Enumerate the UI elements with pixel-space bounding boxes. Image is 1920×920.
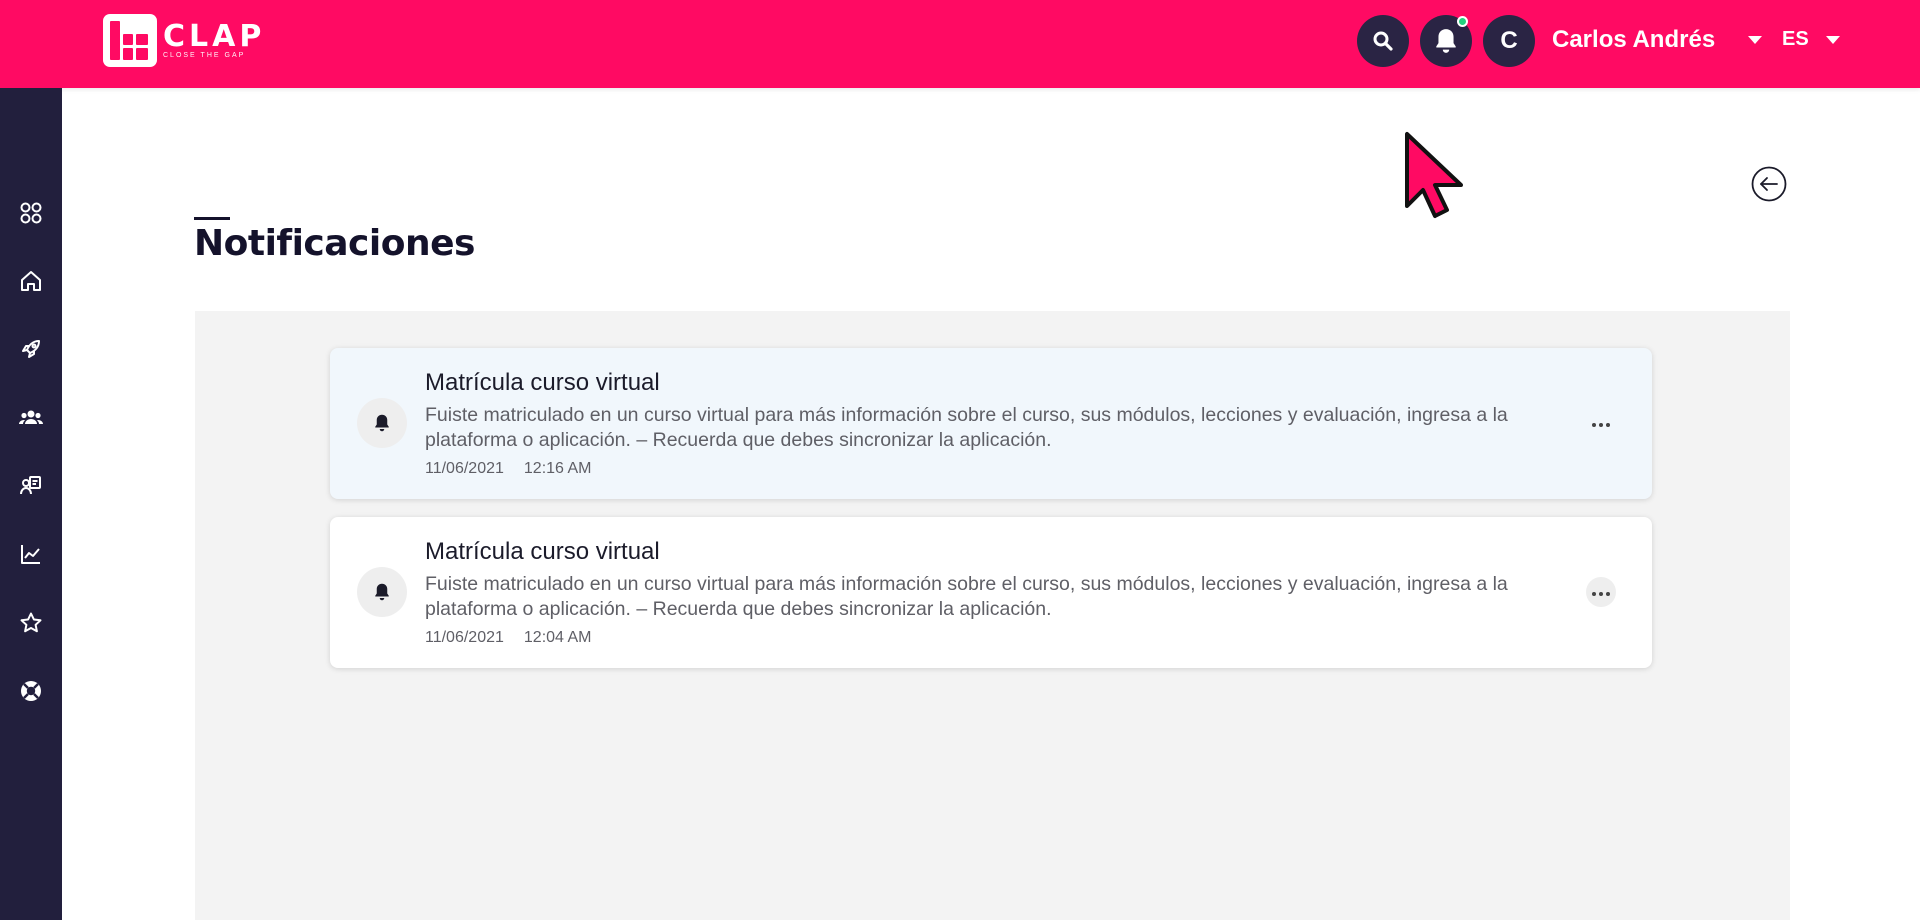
notification-timestamp: 11/06/2021 12:16 AM — [425, 459, 592, 479]
new-notification-dot — [1457, 16, 1468, 27]
logo-mark-icon — [103, 14, 157, 67]
notifications-button[interactable] — [1420, 15, 1472, 67]
sidebar-item-support[interactable] — [13, 673, 49, 709]
bell-icon — [375, 414, 389, 432]
notification-card[interactable]: Matrícula curso virtual Fuiste matricula… — [330, 517, 1652, 668]
sidebar-item-reports[interactable] — [13, 536, 49, 572]
bell-icon — [1436, 29, 1456, 53]
notification-body: Fuiste matriculado en un curso virtual p… — [425, 404, 1508, 451]
notification-date: 11/06/2021 — [425, 460, 504, 477]
notification-options-button[interactable] — [1586, 408, 1616, 438]
mouse-pointer-icon — [1405, 132, 1463, 218]
notification-timestamp: 11/06/2021 12:04 AM — [425, 628, 592, 648]
sidebar-item-launch[interactable] — [13, 331, 49, 367]
top-bar: CLAP CLOSE THE GAP C Carlos Andrés ES — [0, 0, 1920, 88]
back-button[interactable] — [1751, 166, 1787, 202]
user-name[interactable]: Carlos Andrés — [1552, 25, 1715, 55]
logo-tagline: CLOSE THE GAP — [163, 51, 246, 59]
more-horizontal-icon — [1591, 583, 1612, 601]
sidebar-item-groups[interactable] — [13, 400, 49, 436]
logo-wordmark: CLAP — [163, 18, 266, 54]
sidebar — [0, 88, 62, 920]
notification-time: 12:04 AM — [523, 629, 592, 646]
notification-card[interactable]: Matrícula curso virtual Fuiste matricula… — [330, 348, 1652, 499]
search-button[interactable] — [1357, 15, 1409, 67]
teacher-icon — [20, 476, 41, 495]
arrow-left-icon — [1751, 166, 1787, 202]
chart-icon — [21, 545, 40, 564]
more-horizontal-icon — [1591, 414, 1612, 432]
sidebar-item-teaching[interactable] — [13, 468, 49, 504]
page-title: Notificaciones — [194, 223, 475, 264]
users-icon — [19, 410, 43, 424]
notification-title: Matrícula curso virtual — [425, 538, 660, 565]
sidebar-item-home[interactable] — [13, 263, 49, 299]
rocket-icon — [22, 340, 40, 358]
grid-icon — [20, 202, 42, 224]
lifebuoy-icon — [21, 681, 41, 701]
clap-logo[interactable]: CLAP CLOSE THE GAP — [103, 14, 265, 67]
avatar[interactable]: C — [1483, 15, 1535, 67]
title-accent-bar — [194, 217, 230, 220]
notification-date: 11/06/2021 — [425, 629, 504, 646]
sidebar-item-favorites[interactable] — [13, 605, 49, 641]
notification-bell — [357, 398, 407, 448]
notification-body: Fuiste matriculado en un curso virtual p… — [425, 573, 1508, 620]
language-selector[interactable]: ES — [1782, 28, 1809, 51]
user-menu-chevron-down-icon[interactable] — [1748, 36, 1762, 44]
notification-title: Matrícula curso virtual — [425, 369, 660, 396]
sidebar-item-dashboard[interactable] — [13, 195, 49, 231]
notification-options-button[interactable] — [1586, 577, 1616, 607]
star-icon — [20, 612, 42, 633]
notification-time: 12:16 AM — [523, 460, 592, 477]
notification-bell — [357, 567, 407, 617]
bell-icon — [375, 583, 389, 601]
language-chevron-down-icon[interactable] — [1826, 36, 1840, 44]
search-icon — [1373, 31, 1393, 51]
home-icon — [21, 271, 41, 291]
